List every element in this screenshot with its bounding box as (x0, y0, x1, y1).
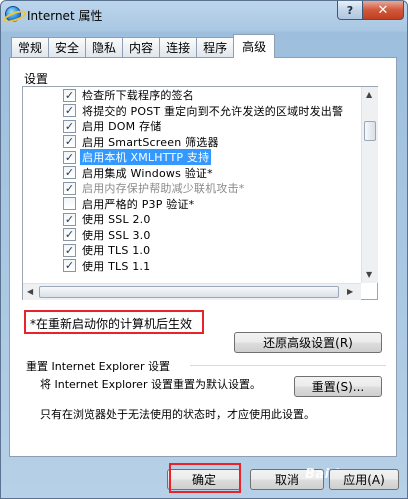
dialog-client-area: 常规 安全 隐私 内容 连接 程序 高级 设置 ✓ 检查所下载程序的签名 ✓ 将提交的… (7, 31, 401, 494)
restore-advanced-settings-button[interactable]: 还原高级设置(R) (234, 332, 382, 353)
scroll-up-icon[interactable]: ▲ (366, 90, 372, 99)
tab-security[interactable]: 安全 (48, 37, 87, 57)
checkbox-checked-icon[interactable]: ✓ (63, 181, 76, 195)
settings-label: 设置 (24, 72, 49, 86)
settings-item[interactable]: ✓ 使用 TLS 1.0 (63, 242, 150, 258)
settings-item-label: 启用 DOM 存储 (82, 120, 162, 133)
settings-list: ✓ 检查所下载程序的签名 ✓ 将提交的 POST 重定向到不允许发送的区域时发出警 ✓ 启… (23, 87, 353, 283)
settings-item[interactable]: ✓ 启用 SmartScreen 筛选器 (63, 134, 219, 150)
reset-button[interactable]: 重置(S)... (294, 376, 382, 397)
settings-list-box: ✓ 检查所下载程序的签名 ✓ 将提交的 POST 重定向到不允许发送的区域时发出警 ✓ 启… (22, 86, 378, 300)
settings-item[interactable]: ✓ 启用内存保护帮助减少联机攻击* (63, 180, 245, 196)
reset-warning: 只有在浏览器处于无法使用的状态时，才应使用此设置。 (40, 408, 315, 421)
settings-item-label: 使用 TLS 1.0 (82, 244, 151, 257)
checkbox-checked-icon[interactable]: ✓ (63, 135, 76, 148)
reset-description: 将 Internet Explorer 设置重置为默认设置。 (40, 378, 261, 391)
settings-item-label: 启用严格的 P3P 验证* (82, 197, 195, 211)
settings-item-label: 启用 SmartScreen 筛选器 (82, 135, 219, 149)
internet-explorer-icon (5, 6, 21, 22)
checkbox-checked-icon[interactable]: ✓ (63, 104, 76, 117)
internet-options-dialog: Internet 属性 ? ✕ 常规 安全 隐私 内容 连接 程序 高级 设置 … (0, 0, 408, 499)
checkbox-checked-icon[interactable]: ✓ (63, 259, 76, 272)
settings-item-label: 启用内存保护帮助减少联机攻击* (82, 182, 245, 195)
settings-item[interactable]: ✓ 使用 TLS 1.1 (63, 258, 150, 274)
scroll-left-icon[interactable]: ◀ (27, 287, 33, 296)
title-bar[interactable]: Internet 属性 ? ✕ (1, 1, 407, 29)
settings-item[interactable]: 启用严格的 P3P 验证* (63, 196, 194, 212)
vertical-scrollbar[interactable]: ▲ ▼ (361, 87, 378, 283)
tab-strip: 常规 安全 隐私 内容 连接 程序 高级 (11, 34, 276, 58)
help-button[interactable]: ? (337, 1, 363, 20)
scroll-right-icon[interactable]: ▶ (347, 287, 353, 296)
group-divider (190, 365, 386, 366)
settings-item[interactable]: ✓ 使用 SSL 3.0 (63, 227, 151, 243)
checkbox-checked-icon[interactable]: ✓ (63, 119, 76, 133)
apply-button[interactable]: 应用(A) (329, 469, 399, 490)
settings-item-label: 启用本机 XMLHTTP 支持 (80, 149, 212, 165)
tab-privacy[interactable]: 隐私 (85, 37, 124, 57)
tab-connections[interactable]: 连接 (159, 37, 198, 57)
reset-group-title: 重置 Internet Explorer 设置 (26, 360, 170, 373)
annotation-box-note (24, 310, 204, 334)
tab-advanced[interactable]: 高级 (233, 34, 276, 58)
checkbox-checked-icon[interactable]: ✓ (63, 166, 76, 179)
horizontal-scroll-thumb[interactable] (39, 286, 339, 298)
checkbox-checked-icon[interactable]: ✓ (63, 243, 76, 257)
tab-content[interactable]: 内容 (122, 37, 161, 57)
horizontal-scrollbar[interactable]: ◀ ▶ (23, 283, 361, 300)
tab-general[interactable]: 常规 (11, 37, 50, 57)
tab-programs[interactable]: 程序 (196, 37, 235, 57)
settings-item-label: 使用 SSL 2.0 (82, 213, 151, 226)
settings-item[interactable]: ✓ 启用 DOM 存储 (63, 118, 161, 134)
checkbox-checked-icon[interactable]: ✓ (63, 228, 76, 241)
settings-item-label: 启用集成 Windows 验证* (82, 166, 213, 180)
checkbox-checked-icon[interactable]: ✓ (63, 150, 76, 164)
vertical-scroll-thumb[interactable] (364, 121, 376, 141)
annotation-box-ok (169, 463, 241, 493)
settings-item-label: 使用 SSL 3.0 (82, 228, 151, 242)
settings-item[interactable]: ✓ 启用集成 Windows 验证* (63, 165, 213, 181)
help-icon: ? (346, 3, 354, 17)
advanced-tab-panel: 设置 ✓ 检查所下载程序的签名 ✓ 将提交的 POST 重定向到不允许发送的区域时发出… (9, 57, 397, 457)
settings-item[interactable]: ✓ 将提交的 POST 重定向到不允许发送的区域时发出警 (63, 103, 343, 119)
settings-item-label: 使用 TLS 1.1 (82, 259, 151, 273)
close-icon: ✕ (377, 2, 389, 18)
checkbox-unchecked-icon[interactable] (63, 197, 76, 210)
checkbox-checked-icon[interactable]: ✓ (63, 88, 76, 102)
checkbox-checked-icon[interactable]: ✓ (63, 212, 76, 226)
close-button[interactable]: ✕ (362, 1, 404, 20)
window-title: Internet 属性 (27, 9, 103, 23)
settings-item[interactable]: ✓ 使用 SSL 2.0 (63, 211, 151, 227)
scroll-down-icon[interactable]: ▼ (366, 270, 372, 279)
settings-item[interactable]: ✓ 检查所下载程序的签名 (63, 87, 194, 103)
settings-item-label: 检查所下载程序的签名 (82, 89, 194, 102)
settings-item[interactable]: ✓ 启用本机 XMLHTTP 支持 (63, 149, 212, 165)
settings-item-label: 将提交的 POST 重定向到不允许发送的区域时发出警 (82, 104, 344, 118)
